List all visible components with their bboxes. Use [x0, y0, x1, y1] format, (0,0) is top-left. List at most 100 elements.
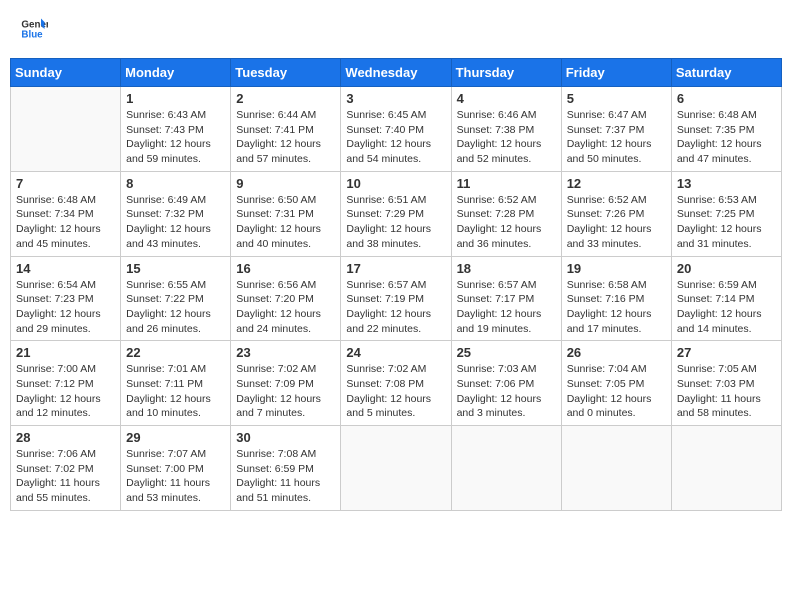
day-info: Sunrise: 7:02 AM Sunset: 7:09 PM Dayligh…: [236, 362, 335, 421]
day-info: Sunrise: 6:51 AM Sunset: 7:29 PM Dayligh…: [346, 193, 445, 252]
svg-text:Blue: Blue: [21, 29, 43, 40]
day-number: 12: [567, 176, 666, 191]
calendar-cell: 26 Sunrise: 7:04 AM Sunset: 7:05 PM Dayli…: [561, 341, 671, 426]
day-info: Sunrise: 6:57 AM Sunset: 7:19 PM Dayligh…: [346, 278, 445, 337]
calendar-cell: 2 Sunrise: 6:44 AM Sunset: 7:41 PM Daylig…: [231, 87, 341, 172]
day-info: Sunrise: 6:45 AM Sunset: 7:40 PM Dayligh…: [346, 108, 445, 167]
day-info: Sunrise: 6:56 AM Sunset: 7:20 PM Dayligh…: [236, 278, 335, 337]
day-number: 26: [567, 345, 666, 360]
day-number: 4: [457, 91, 556, 106]
day-info: Sunrise: 7:08 AM Sunset: 6:59 PM Dayligh…: [236, 447, 335, 506]
day-number: 21: [16, 345, 115, 360]
weekday-header: Wednesday: [341, 59, 451, 87]
day-number: 17: [346, 261, 445, 276]
day-number: 3: [346, 91, 445, 106]
day-number: 6: [677, 91, 776, 106]
calendar-cell: 19Sunrise: 6:58 AM Sunset: 7:16 PM Dayli…: [561, 256, 671, 341]
logo-icon: General Blue: [20, 15, 48, 43]
day-info: Sunrise: 6:54 AM Sunset: 7:23 PM Dayligh…: [16, 278, 115, 337]
day-number: 25: [457, 345, 556, 360]
page-header: General Blue: [10, 10, 782, 48]
calendar-cell: [561, 426, 671, 511]
calendar-cell: 24Sunrise: 7:02 AM Sunset: 7:08 PM Dayli…: [341, 341, 451, 426]
day-number: 9: [236, 176, 335, 191]
weekday-header: Thursday: [451, 59, 561, 87]
day-info: Sunrise: 6:52 AM Sunset: 7:26 PM Dayligh…: [567, 193, 666, 252]
weekday-header-row: SundayMondayTuesdayWednesdayThursdayFrid…: [11, 59, 782, 87]
calendar-week-row: 14 Sunrise: 6:54 AM Sunset: 7:23 PM Dayli…: [11, 256, 782, 341]
calendar-cell: 6 Sunrise: 6:48 AM Sunset: 7:35 PM Daylig…: [671, 87, 781, 172]
calendar-cell: 10 Sunrise: 6:51 AM Sunset: 7:29 PM Dayli…: [341, 171, 451, 256]
calendar-cell: 5Sunrise: 6:47 AM Sunset: 7:37 PM Daylig…: [561, 87, 671, 172]
logo: General Blue: [20, 15, 52, 43]
calendar-cell: 17 Sunrise: 6:57 AM Sunset: 7:19 PM Dayli…: [341, 256, 451, 341]
day-number: 24: [346, 345, 445, 360]
calendar-week-row: 7 Sunrise: 6:48 AM Sunset: 7:34 PM Daylig…: [11, 171, 782, 256]
day-info: Sunrise: 6:44 AM Sunset: 7:41 PM Dayligh…: [236, 108, 335, 167]
day-number: 2: [236, 91, 335, 106]
day-info: Sunrise: 7:05 AM Sunset: 7:03 PM Dayligh…: [677, 362, 776, 421]
day-number: 10: [346, 176, 445, 191]
day-number: 27: [677, 345, 776, 360]
day-info: Sunrise: 7:04 AM Sunset: 7:05 PM Dayligh…: [567, 362, 666, 421]
day-info: Sunrise: 6:50 AM Sunset: 7:31 PM Dayligh…: [236, 193, 335, 252]
day-number: 22: [126, 345, 225, 360]
calendar-cell: 11 Sunrise: 6:52 AM Sunset: 7:28 PM Dayli…: [451, 171, 561, 256]
weekday-header: Sunday: [11, 59, 121, 87]
day-info: Sunrise: 7:00 AM Sunset: 7:12 PM Dayligh…: [16, 362, 115, 421]
day-info: Sunrise: 6:43 AM Sunset: 7:43 PM Dayligh…: [126, 108, 225, 167]
calendar-week-row: 21 Sunrise: 7:00 AM Sunset: 7:12 PM Dayli…: [11, 341, 782, 426]
calendar-cell: 21 Sunrise: 7:00 AM Sunset: 7:12 PM Dayli…: [11, 341, 121, 426]
calendar-cell: 30 Sunrise: 7:08 AM Sunset: 6:59 PM Dayli…: [231, 426, 341, 511]
day-number: 5: [567, 91, 666, 106]
calendar-cell: 15 Sunrise: 6:55 AM Sunset: 7:22 PM Dayli…: [121, 256, 231, 341]
calendar-cell: 28Sunrise: 7:06 AM Sunset: 7:02 PM Dayli…: [11, 426, 121, 511]
calendar-cell: 7 Sunrise: 6:48 AM Sunset: 7:34 PM Daylig…: [11, 171, 121, 256]
day-number: 16: [236, 261, 335, 276]
day-number: 7: [16, 176, 115, 191]
calendar-cell: 1Sunrise: 6:43 AM Sunset: 7:43 PM Daylig…: [121, 87, 231, 172]
day-info: Sunrise: 7:06 AM Sunset: 7:02 PM Dayligh…: [16, 447, 115, 506]
day-number: 18: [457, 261, 556, 276]
day-number: 14: [16, 261, 115, 276]
calendar-cell: 4 Sunrise: 6:46 AM Sunset: 7:38 PM Daylig…: [451, 87, 561, 172]
day-number: 29: [126, 430, 225, 445]
calendar-cell: 9 Sunrise: 6:50 AM Sunset: 7:31 PM Daylig…: [231, 171, 341, 256]
day-info: Sunrise: 6:48 AM Sunset: 7:35 PM Dayligh…: [677, 108, 776, 167]
calendar-cell: [341, 426, 451, 511]
day-info: Sunrise: 6:46 AM Sunset: 7:38 PM Dayligh…: [457, 108, 556, 167]
day-info: Sunrise: 6:52 AM Sunset: 7:28 PM Dayligh…: [457, 193, 556, 252]
day-info: Sunrise: 6:48 AM Sunset: 7:34 PM Dayligh…: [16, 193, 115, 252]
weekday-header: Tuesday: [231, 59, 341, 87]
calendar-week-row: 28Sunrise: 7:06 AM Sunset: 7:02 PM Dayli…: [11, 426, 782, 511]
calendar-cell: 13 Sunrise: 6:53 AM Sunset: 7:25 PM Dayli…: [671, 171, 781, 256]
day-info: Sunrise: 7:01 AM Sunset: 7:11 PM Dayligh…: [126, 362, 225, 421]
calendar-cell: 18Sunrise: 6:57 AM Sunset: 7:17 PM Dayli…: [451, 256, 561, 341]
calendar-cell: 12 Sunrise: 6:52 AM Sunset: 7:26 PM Dayli…: [561, 171, 671, 256]
day-number: 15: [126, 261, 225, 276]
calendar-cell: 22 Sunrise: 7:01 AM Sunset: 7:11 PM Dayli…: [121, 341, 231, 426]
day-info: Sunrise: 6:53 AM Sunset: 7:25 PM Dayligh…: [677, 193, 776, 252]
day-number: 20: [677, 261, 776, 276]
calendar-cell: 16 Sunrise: 6:56 AM Sunset: 7:20 PM Dayli…: [231, 256, 341, 341]
day-info: Sunrise: 7:03 AM Sunset: 7:06 PM Dayligh…: [457, 362, 556, 421]
calendar-cell: 27 Sunrise: 7:05 AM Sunset: 7:03 PM Dayli…: [671, 341, 781, 426]
calendar-cell: [11, 87, 121, 172]
day-number: 8: [126, 176, 225, 191]
day-number: 11: [457, 176, 556, 191]
calendar-cell: 23 Sunrise: 7:02 AM Sunset: 7:09 PM Dayli…: [231, 341, 341, 426]
calendar-cell: 14 Sunrise: 6:54 AM Sunset: 7:23 PM Dayli…: [11, 256, 121, 341]
day-info: Sunrise: 6:55 AM Sunset: 7:22 PM Dayligh…: [126, 278, 225, 337]
calendar-cell: [451, 426, 561, 511]
day-number: 30: [236, 430, 335, 445]
day-info: Sunrise: 7:07 AM Sunset: 7:00 PM Dayligh…: [126, 447, 225, 506]
calendar-week-row: 1Sunrise: 6:43 AM Sunset: 7:43 PM Daylig…: [11, 87, 782, 172]
day-info: Sunrise: 6:49 AM Sunset: 7:32 PM Dayligh…: [126, 193, 225, 252]
day-number: 13: [677, 176, 776, 191]
weekday-header: Saturday: [671, 59, 781, 87]
calendar-cell: 29 Sunrise: 7:07 AM Sunset: 7:00 PM Dayli…: [121, 426, 231, 511]
day-number: 23: [236, 345, 335, 360]
calendar-cell: 25 Sunrise: 7:03 AM Sunset: 7:06 PM Dayli…: [451, 341, 561, 426]
day-info: Sunrise: 6:58 AM Sunset: 7:16 PM Dayligh…: [567, 278, 666, 337]
calendar-table: SundayMondayTuesdayWednesdayThursdayFrid…: [10, 58, 782, 511]
